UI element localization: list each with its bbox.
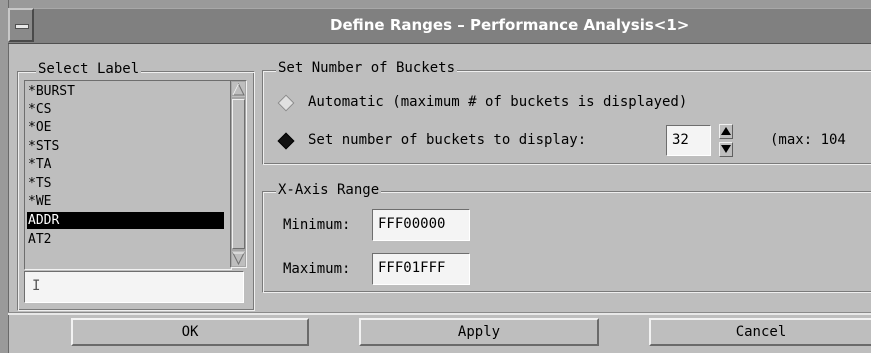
maximum-label: Maximum:	[283, 261, 351, 277]
list-item[interactable]: *WE	[27, 193, 224, 210]
bucket-max-text: (max: 104	[770, 132, 846, 148]
scroll-down-arrow-icon[interactable]	[232, 251, 245, 266]
buckets-group	[262, 70, 871, 165]
dialog-window: Define Ranges – Performance Analysis<1> …	[0, 0, 871, 353]
select-label-title: Select Label	[36, 61, 142, 77]
list-item[interactable]: *STS	[27, 138, 224, 155]
apply-button[interactable]: Apply	[359, 318, 599, 346]
cancel-button[interactable]: Cancel	[649, 318, 871, 346]
list-item[interactable]: *OE	[27, 119, 224, 136]
arrow-up-icon[interactable]	[719, 124, 733, 139]
automatic-label: Automatic (maximum # of buckets is displ…	[308, 94, 688, 110]
list-item-selected[interactable]: ADDR	[27, 212, 224, 229]
x-axis-group-title: X-Axis Range	[276, 182, 382, 198]
minimum-field[interactable]: FFF00000	[372, 209, 470, 241]
text-cursor-icon: Ι	[32, 278, 41, 294]
bucket-count-field[interactable]: 32	[666, 125, 711, 156]
button-bar-separator	[8, 312, 871, 315]
set-buckets-label: Set number of buckets to display:	[308, 132, 587, 148]
arrow-down-icon[interactable]	[719, 142, 733, 157]
maximum-field[interactable]: FFF01FFF	[372, 253, 470, 285]
window-title: Define Ranges – Performance Analysis<1>	[330, 16, 690, 34]
list-item[interactable]: *BURST	[27, 83, 224, 100]
label-search-input[interactable]: Ι	[24, 271, 244, 303]
label-list-scrollbar[interactable]	[230, 80, 247, 268]
x-axis-group	[262, 191, 871, 293]
label-list[interactable]: *BURST *CS *OE *STS *TA *TS *WE ADDR AT2	[24, 80, 232, 270]
minimum-label: Minimum:	[283, 217, 351, 233]
scroll-thumb[interactable]	[232, 99, 245, 249]
buckets-group-title: Set Number of Buckets	[276, 60, 458, 76]
list-item[interactable]: *CS	[27, 101, 224, 118]
list-item[interactable]: *TA	[27, 156, 224, 173]
list-item[interactable]: *TS	[27, 175, 224, 192]
window-menu-icon[interactable]	[8, 8, 34, 42]
scroll-up-arrow-icon[interactable]	[232, 82, 245, 97]
list-item[interactable]: AT2	[27, 231, 224, 248]
ok-button[interactable]: OK	[71, 318, 309, 346]
window-frame-left	[0, 0, 9, 353]
